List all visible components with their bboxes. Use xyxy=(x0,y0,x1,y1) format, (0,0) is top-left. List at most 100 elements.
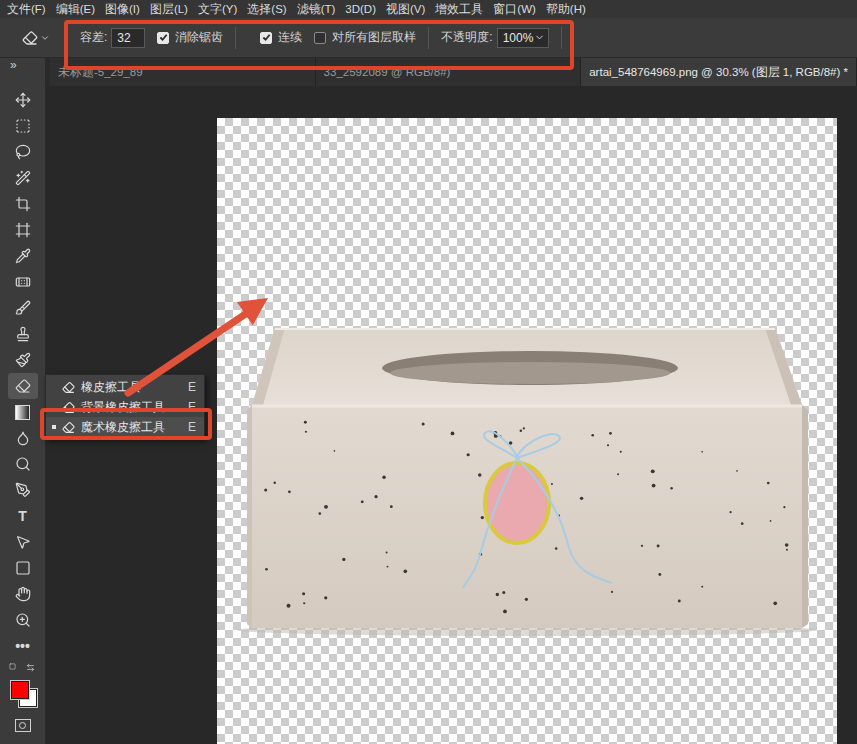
dropdown-icon[interactable] xyxy=(534,32,545,43)
path-select-icon xyxy=(15,534,31,550)
path-select-tool[interactable] xyxy=(8,529,38,555)
eyedropper-tool[interactable] xyxy=(8,243,38,269)
option-checkbox[interactable]: 对所有图层取样 xyxy=(314,29,416,46)
crop-icon xyxy=(15,196,31,212)
zoom-tool[interactable] xyxy=(8,607,38,633)
eyedropper-icon xyxy=(15,248,31,264)
frame-icon xyxy=(15,222,31,238)
tolerance-field[interactable]: 32 xyxy=(111,28,145,48)
document-tab[interactable]: 33_2592089 @ RGB/8#) xyxy=(316,58,582,86)
brush-tool[interactable] xyxy=(8,295,38,321)
frame-tool[interactable] xyxy=(8,217,38,243)
tool-preset[interactable] xyxy=(22,30,80,46)
toolbar: » T ••• xyxy=(0,58,46,744)
brush-icon xyxy=(15,300,31,316)
menu-item[interactable]: 图层(L) xyxy=(145,0,193,18)
color-swatches xyxy=(5,663,41,711)
move-tool[interactable] xyxy=(8,87,38,113)
menu-bar: 文件(F)编辑(E)图像(I)图层(L)文字(Y)选择(S)滤镜(T)3D(D)… xyxy=(0,0,857,18)
tab-row: 未标题-5_29_8933_2592089 @ RGB/8#)artai_548… xyxy=(46,58,857,86)
toolbar-collapse[interactable]: » xyxy=(0,58,45,87)
eraser-flyout-menu: 橡皮擦工具E背景橡皮擦工具E魔术橡皮擦工具E xyxy=(45,374,205,440)
photoshop-window: 文件(F)编辑(E)图像(I)图层(L)文字(Y)选择(S)滤镜(T)3D(D)… xyxy=(0,0,857,744)
tolerance-label: 容差: xyxy=(80,29,107,46)
blur-tool[interactable] xyxy=(8,425,38,451)
healing-tool[interactable] xyxy=(8,269,38,295)
menu-item[interactable]: 滤镜(T) xyxy=(292,0,341,18)
check-icon xyxy=(262,33,271,42)
options-highlight xyxy=(64,20,574,70)
pen-icon xyxy=(15,482,31,498)
lasso-icon xyxy=(15,144,31,160)
selected-bullet xyxy=(52,385,56,389)
crop-tool[interactable] xyxy=(8,191,38,217)
healing-icon xyxy=(15,274,31,290)
type-tool[interactable]: T xyxy=(8,503,38,529)
gradient-tool[interactable] xyxy=(8,399,38,425)
check-icon xyxy=(159,33,168,42)
rectangle-tool[interactable] xyxy=(8,555,38,581)
eraser-icon xyxy=(62,381,75,394)
move-icon xyxy=(15,92,31,108)
flyout-item[interactable]: 魔术橡皮擦工具E xyxy=(46,417,204,437)
magic-eraser-icon xyxy=(22,30,38,46)
menu-item[interactable]: 增效工具 xyxy=(430,0,488,18)
stamp-tool[interactable] xyxy=(8,321,38,347)
more-tool[interactable]: ••• xyxy=(8,633,38,659)
opacity-field[interactable]: 100% xyxy=(497,28,549,48)
dodge-icon xyxy=(15,456,31,472)
rectangle-icon xyxy=(15,560,31,576)
menu-item[interactable]: 图像(I) xyxy=(100,0,145,18)
chevron-icon xyxy=(40,33,50,43)
swap-colors-icon[interactable] xyxy=(26,663,35,672)
history-brush-tool[interactable] xyxy=(8,347,38,373)
selected-bullet xyxy=(52,425,56,429)
hand-tool[interactable] xyxy=(8,581,38,607)
eraser-icon xyxy=(15,378,31,394)
eraser-icon xyxy=(62,421,75,434)
menu-item[interactable]: 3D(D) xyxy=(340,0,381,18)
flyout-item[interactable]: 背景橡皮擦工具E xyxy=(46,397,204,417)
menu-item[interactable]: 视图(V) xyxy=(381,0,430,18)
checkbox[interactable] xyxy=(314,32,326,44)
quick-mask-button[interactable] xyxy=(15,719,31,732)
pen-tool[interactable] xyxy=(8,477,38,503)
opacity-label: 不透明度: xyxy=(441,29,492,46)
zoom-icon xyxy=(15,612,31,628)
document-tab[interactable]: 未标题-5_29_89 xyxy=(50,58,316,86)
annotation-arrow-icon xyxy=(0,0,857,744)
separator xyxy=(428,27,429,49)
marquee-icon xyxy=(15,118,31,134)
flyout-item[interactable]: 橡皮擦工具E xyxy=(46,377,204,397)
menu-item[interactable]: 选择(S) xyxy=(242,0,291,18)
menu-item[interactable]: 文件(F) xyxy=(2,0,51,18)
menu-item[interactable]: 帮助(H) xyxy=(541,0,591,18)
default-colors-icon[interactable] xyxy=(9,663,16,670)
foreground-swatch[interactable] xyxy=(11,681,29,699)
marquee-tool[interactable] xyxy=(8,113,38,139)
tissue-box-image xyxy=(217,118,837,744)
canvas[interactable] xyxy=(217,118,837,744)
gradient-icon xyxy=(15,405,30,420)
separator xyxy=(235,27,236,49)
checkbox[interactable] xyxy=(157,32,169,44)
eraser-tool[interactable] xyxy=(8,373,38,399)
eraser-icon xyxy=(62,401,75,414)
menu-item[interactable]: 文字(Y) xyxy=(193,0,242,18)
magic-wand-tool[interactable] xyxy=(8,165,38,191)
option-checkbox[interactable]: 连续 xyxy=(260,29,302,46)
selected-bullet xyxy=(52,405,56,409)
document-tab[interactable]: artai_548764969.png @ 30.3% (图层 1, RGB/8… xyxy=(581,58,857,86)
magic-wand-icon xyxy=(15,170,31,186)
history-brush-icon xyxy=(15,352,31,368)
dodge-tool[interactable] xyxy=(8,451,38,477)
options-bar: 容差:32 消除锯齿 连续对所有图层取样 不透明度: 100% xyxy=(0,18,857,58)
lasso-tool[interactable] xyxy=(8,139,38,165)
option-checkbox[interactable]: 消除锯齿 xyxy=(157,29,223,46)
hand-icon xyxy=(15,586,31,602)
checkbox[interactable] xyxy=(260,32,272,44)
quick-mask-icon xyxy=(19,722,26,729)
menu-item[interactable]: 窗口(W) xyxy=(488,0,541,18)
separator xyxy=(561,27,562,49)
menu-item[interactable]: 编辑(E) xyxy=(51,0,100,18)
